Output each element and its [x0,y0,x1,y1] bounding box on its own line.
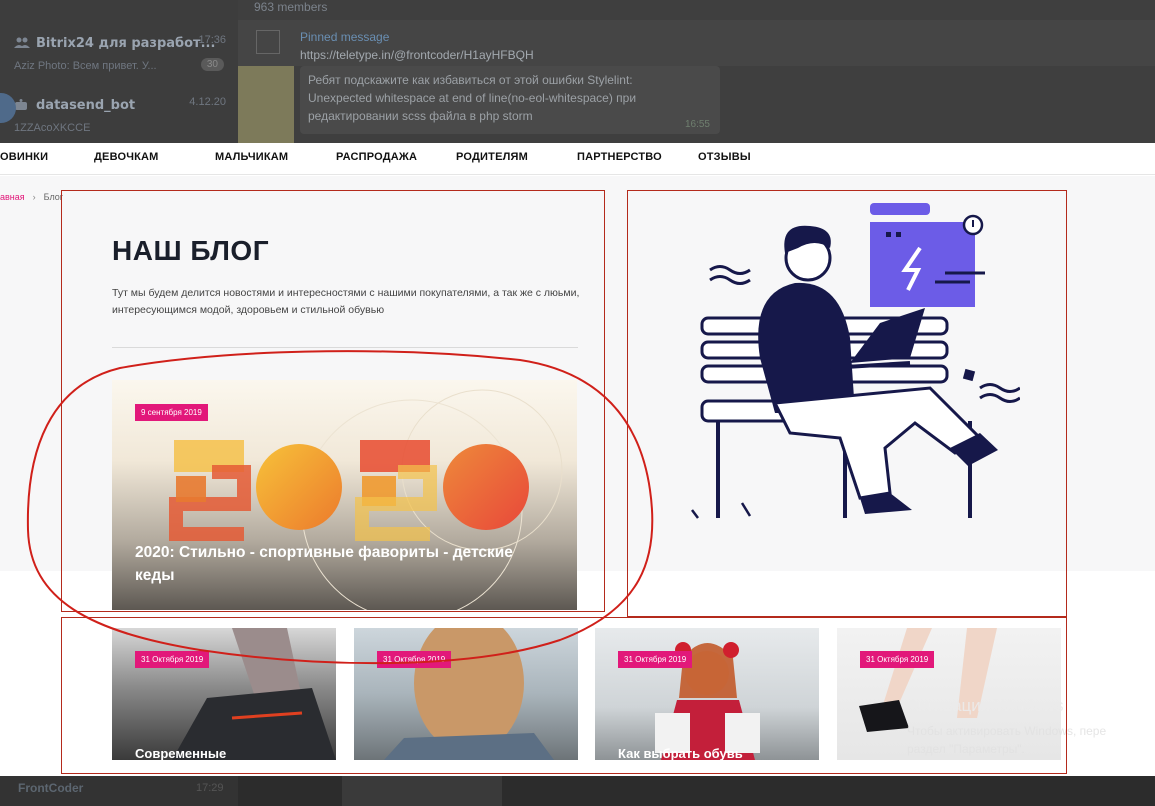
annotation-freehand-circle [26,350,654,665]
telegram-bottom-strip: FrontCoder 17:29 [0,776,1155,806]
chat-time: 17:29 [196,782,224,794]
chat-name: FrontCoder [18,781,84,795]
chat-item-frontcoder[interactable]: FrontCoder 17:29 [0,776,238,806]
message-thumbnail [342,776,502,806]
